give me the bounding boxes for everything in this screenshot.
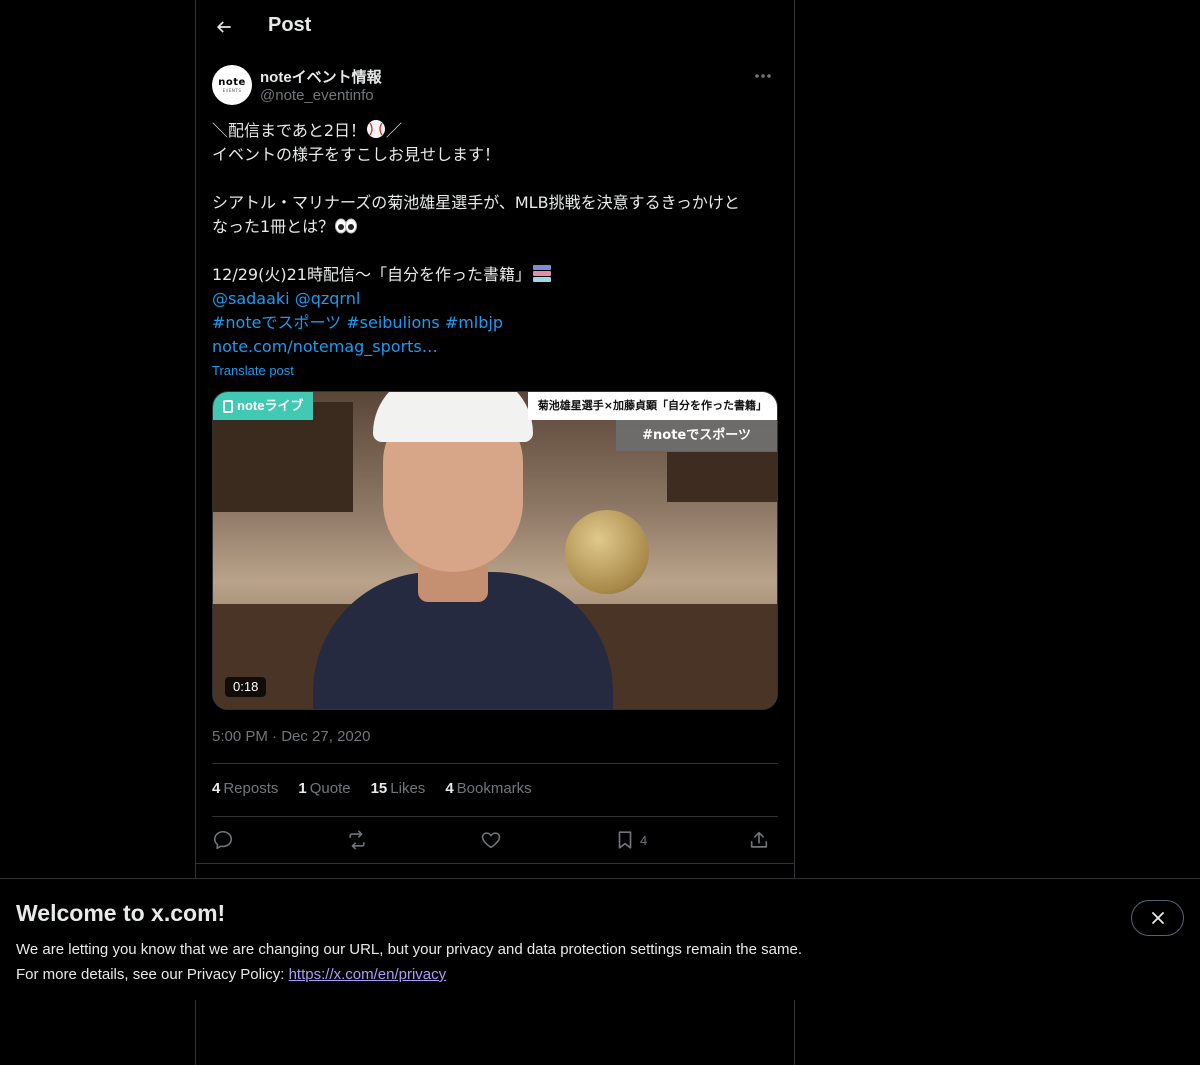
post-actions: 4	[212, 825, 778, 855]
post-stats: 4 Reposts 1 Quote 15 Likes 4 Bookmarks	[212, 780, 532, 797]
hashtag-link[interactable]: #noteでスポーツ	[212, 313, 341, 332]
external-link[interactable]: note.com/notemag_sports…	[212, 337, 438, 356]
avatar-logo: note	[218, 76, 246, 88]
divider	[212, 763, 778, 764]
post-text: ＼配信まであと2日！ ／ イベントの様子をすこしお見せします！ シアトル・マリナー…	[212, 119, 778, 359]
share-icon	[750, 831, 768, 848]
post-line: @sadaaki @qzqrnl	[212, 287, 778, 311]
post-line: note.com/notemag_sports…	[212, 335, 778, 359]
video-hashtag-overlay: #noteでスポーツ	[616, 420, 777, 451]
video-player[interactable]: noteライブ 菊池雄星選手×加藤貞顕「自分を作った書籍」 #noteでスポーツ…	[212, 391, 778, 710]
repost-icon	[349, 830, 365, 850]
quotes-label: Quote	[309, 780, 351, 797]
timestamp-separator: ·	[272, 728, 278, 745]
bookmarks-count: 4	[445, 780, 454, 797]
post-text-segment: 12/29(火)21時配信〜「自分を作った書籍」	[212, 265, 531, 284]
translate-post-link[interactable]: Translate post	[212, 363, 294, 378]
avatar[interactable]: note EVENTS	[212, 65, 252, 105]
reply-button[interactable]	[212, 825, 234, 855]
more-options-button[interactable]	[748, 64, 778, 88]
note-live-tag: noteライブ	[213, 392, 314, 420]
post-time: 5:00 PM	[212, 728, 268, 745]
hashtag-link[interactable]: #mlbjp	[445, 313, 503, 332]
likes-label: Likes	[390, 780, 426, 797]
privacy-policy-link[interactable]: https://x.com/en/privacy	[289, 966, 447, 983]
video-title-overlay: 菊池雄星選手×加藤貞顕「自分を作った書籍」	[527, 392, 777, 420]
bookmarks-label: Bookmarks	[456, 780, 532, 797]
back-button[interactable]	[208, 11, 240, 43]
share-button[interactable]	[748, 825, 770, 855]
banner-privacy-prefix: For more details, see our Privacy Policy…	[16, 966, 289, 983]
bookmarks-stat[interactable]: 4 Bookmarks	[445, 780, 531, 797]
note-doc-icon	[223, 399, 233, 413]
banner-line: We are letting you know that we are chan…	[16, 941, 802, 958]
heart-icon	[481, 832, 501, 849]
banner-line: For more details, see our Privacy Policy…	[16, 962, 802, 987]
likes-stat[interactable]: 15 Likes	[371, 780, 426, 797]
close-banner-button[interactable]	[1131, 900, 1184, 936]
post-line: ＼配信まであと2日！ ／	[212, 119, 778, 143]
mention-link[interactable]: @sadaaki	[212, 289, 290, 308]
repost-button[interactable]	[346, 825, 368, 855]
post-line: イベントの様子をすこしお見せします！	[212, 145, 501, 164]
page-title: Post	[268, 14, 312, 36]
books-icon	[531, 263, 553, 290]
post-text-segment: ／	[386, 121, 403, 140]
quotes-count: 1	[298, 780, 307, 797]
post-line: シアトル・マリナーズの菊池雄星選手が、MLB挑戦を決意するきっかけと	[212, 193, 740, 212]
reposts-count: 4	[212, 780, 221, 797]
post-header: Post	[196, 0, 794, 54]
hashtag-link[interactable]: #seibulions	[346, 313, 439, 332]
author-handle[interactable]: @note_eventinfo	[260, 87, 374, 104]
post-line: なった1冊とは？	[212, 215, 778, 239]
arrow-left-icon	[216, 21, 231, 33]
post-author: note EVENTS noteイベント情報 @note_eventinfo	[212, 64, 778, 108]
post-timestamp[interactable]: 5:00 PM · Dec 27, 2020	[212, 728, 370, 745]
video-duration: 0:18	[225, 677, 267, 697]
reposts-label: Reposts	[223, 780, 279, 797]
note-live-label: noteライブ	[237, 398, 304, 413]
banner-text: We are letting you know that we are chan…	[16, 937, 802, 987]
avatar-logo-sub: EVENTS	[222, 87, 242, 93]
bookmark-count: 4	[640, 832, 648, 848]
reposts-stat[interactable]: 4 Reposts	[212, 780, 278, 797]
baseball-icon	[366, 119, 386, 146]
banner-title: Welcome to x.com!	[16, 900, 226, 926]
post-text-segment: なった1冊とは？	[212, 217, 335, 236]
globe-image	[565, 510, 649, 594]
mention-link[interactable]: @qzqrnl	[295, 289, 361, 308]
bookmark-icon	[618, 831, 632, 849]
reply-icon	[213, 830, 233, 850]
like-button[interactable]	[480, 825, 502, 855]
welcome-banner: Welcome to x.com! We are letting you kno…	[0, 878, 1200, 1000]
eyes-icon	[334, 217, 358, 242]
more-icon	[755, 74, 771, 78]
post-date: Dec 27, 2020	[281, 728, 371, 745]
post-text-segment: ＼配信まであと2日！	[212, 121, 367, 140]
divider	[212, 816, 778, 817]
author-display-name[interactable]: noteイベント情報	[260, 66, 382, 87]
post-line: 12/29(火)21時配信〜「自分を作った書籍」	[212, 263, 778, 287]
close-icon	[1151, 912, 1164, 924]
divider	[196, 863, 794, 864]
likes-count: 15	[370, 780, 388, 797]
bookmark-button[interactable]: 4	[614, 825, 647, 855]
quotes-stat[interactable]: 1 Quote	[298, 780, 350, 797]
post-line: #noteでスポーツ #seibulions #mlbjp	[212, 311, 778, 335]
